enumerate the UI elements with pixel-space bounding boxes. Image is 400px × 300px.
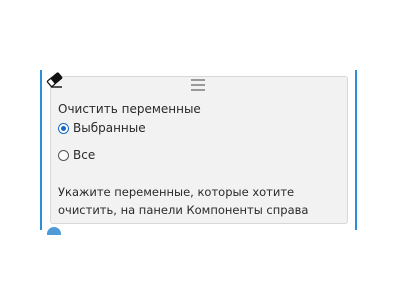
radio-option-all[interactable]: Все: [58, 148, 95, 162]
workspace: Очистить переменные Выбранные Все Укажит…: [0, 0, 400, 300]
radio-button-selected[interactable]: [58, 122, 69, 134]
column-right-border: [355, 70, 357, 230]
hint-line-2: очистить, на панели Компоненты справа: [58, 203, 309, 217]
hint-text: Укажите переменные, которые хотите очист…: [58, 183, 342, 219]
next-block-indicator[interactable]: [47, 227, 61, 235]
radio-label-all: Все: [73, 148, 96, 162]
radio-label-selected: Выбранные: [73, 121, 146, 135]
radio-button-all[interactable]: [58, 149, 69, 161]
block-title: Очистить переменные: [58, 102, 201, 116]
column-left-border: [40, 70, 42, 230]
eraser-icon: [46, 72, 63, 88]
drag-handle-icon[interactable]: [191, 79, 205, 92]
radio-option-selected[interactable]: Выбранные: [58, 121, 146, 135]
hint-line-1: Укажите переменные, которые хотите: [58, 185, 295, 199]
